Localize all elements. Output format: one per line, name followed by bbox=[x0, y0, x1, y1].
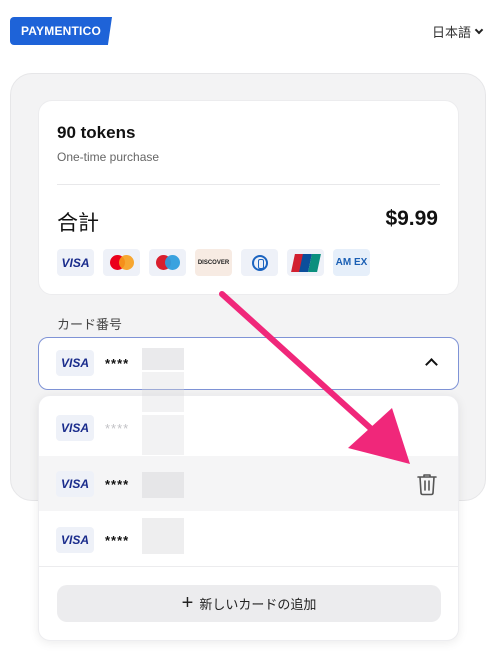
saved-card-number: **** bbox=[105, 477, 130, 492]
maestro-logo-icon bbox=[149, 249, 186, 276]
plus-icon: + bbox=[181, 591, 194, 614]
add-new-card-button[interactable]: + 新しいカードの追加 bbox=[57, 585, 441, 622]
chevron-down-icon bbox=[474, 25, 484, 35]
redacted-card-digits bbox=[142, 518, 184, 554]
saved-cards-dropdown: VISA **** VISA **** VISA **** + 新しいカードの追… bbox=[38, 395, 459, 641]
redacted-card-digits bbox=[142, 348, 184, 370]
saved-card-number: **** bbox=[105, 533, 130, 548]
saved-card-option[interactable]: VISA **** bbox=[39, 400, 458, 455]
language-label: 日本語 bbox=[431, 25, 471, 40]
dropdown-divider bbox=[39, 566, 458, 567]
order-summary-card: 90 tokens One-time purchase 合計 $9.99 VIS… bbox=[38, 100, 459, 295]
mastercard-logo-icon bbox=[103, 249, 140, 276]
product-type: One-time purchase bbox=[57, 150, 160, 164]
visa-logo-icon: VISA bbox=[57, 249, 94, 276]
language-selector[interactable]: 日本語 bbox=[431, 22, 484, 41]
discover-logo-icon: DISCOVER bbox=[195, 249, 232, 276]
visa-icon: VISA bbox=[56, 415, 94, 441]
add-card-label: 新しいカードの追加 bbox=[199, 597, 317, 612]
saved-card-option[interactable]: VISA **** bbox=[39, 456, 458, 511]
selected-card-number: **** bbox=[105, 356, 130, 371]
summary-divider bbox=[57, 184, 440, 185]
product-name: 90 tokens bbox=[57, 123, 136, 142]
chevron-up-icon[interactable] bbox=[425, 358, 438, 371]
redacted-card-digits bbox=[142, 472, 184, 498]
total-label: 合計 bbox=[57, 212, 99, 235]
trash-icon[interactable] bbox=[416, 472, 438, 496]
amex-logo-icon: AM EX bbox=[333, 249, 370, 276]
visa-icon: VISA bbox=[56, 471, 94, 497]
saved-card-number: **** bbox=[105, 421, 130, 436]
saved-card-option[interactable]: VISA **** bbox=[39, 512, 458, 567]
redacted-card-digits bbox=[142, 415, 184, 455]
unionpay-logo-icon bbox=[287, 249, 324, 276]
total-value: $9.99 bbox=[385, 207, 438, 230]
card-number-label: カード番号 bbox=[57, 317, 123, 332]
visa-icon: VISA bbox=[56, 527, 94, 553]
visa-icon: VISA bbox=[56, 350, 94, 376]
diners-logo-icon bbox=[241, 249, 278, 276]
redacted-card-digits bbox=[142, 372, 184, 412]
accepted-card-brands: VISA DISCOVER AM EX bbox=[57, 249, 370, 276]
card-select[interactable]: VISA **** bbox=[38, 337, 459, 390]
paymentico-logo: PAYMENTICO bbox=[10, 17, 112, 45]
